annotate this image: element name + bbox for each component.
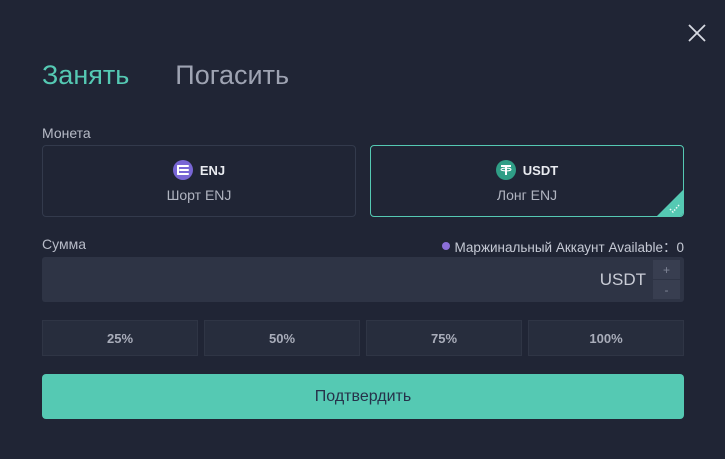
amount-field: USDT + - [42,257,684,302]
selected-check-icon [657,190,683,216]
close-icon[interactable] [686,22,708,44]
coin-subtitle: Лонг ENJ [496,187,558,203]
percent-75-button[interactable]: 75% [366,320,522,356]
amount-unit: USDT [599,270,646,289]
coin-label: Монета [42,125,91,141]
increment-button[interactable]: + [653,260,680,279]
amount-label: Сумма [42,236,86,252]
percent-100-button[interactable]: 100% [528,320,684,356]
amount-stepper: + - [653,260,680,299]
enj-coin-icon [172,160,193,180]
tab-borrow[interactable]: Занять [42,58,129,92]
decrement-button[interactable]: - [653,280,680,299]
margin-account-dot-icon [441,242,450,250]
amount-input[interactable] [52,257,592,302]
coin-symbol: ENJ [199,162,226,178]
coin-option-usdt[interactable]: USDT Лонг ENJ [370,145,684,217]
percent-buttons: 25% 50% 75% 100% [42,320,684,356]
confirm-button[interactable]: Подтвердить [42,374,684,419]
usdt-coin-icon [495,160,516,180]
available-text: Маржинальный Аккаунт Available：0 [454,240,684,255]
tab-repay[interactable]: Погасить [175,58,289,92]
percent-25-button[interactable]: 25% [42,320,198,356]
percent-50-button[interactable]: 50% [204,320,360,356]
coin-symbol: USDT [522,162,559,178]
tab-bar: Занять Погасить [42,58,289,92]
coin-option-enj[interactable]: ENJ Шорт ENJ [42,145,356,217]
available-balance: Маржинальный Аккаунт Available：0 [441,236,684,256]
coin-subtitle: Шорт ENJ [166,187,232,203]
